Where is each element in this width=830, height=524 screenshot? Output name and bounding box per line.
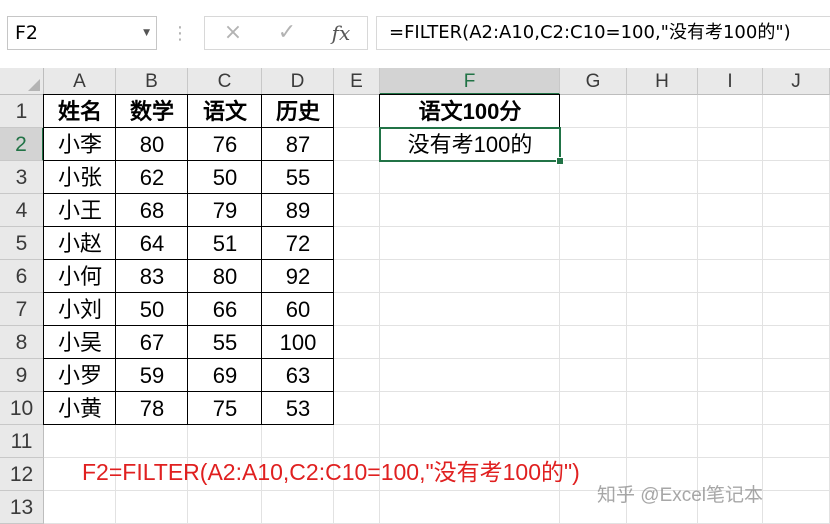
row-header-12[interactable]: 12 bbox=[0, 458, 44, 491]
row-header-8[interactable]: 8 bbox=[0, 326, 44, 359]
row-header-2[interactable]: 2 bbox=[0, 128, 44, 161]
row-header-13[interactable]: 13 bbox=[0, 491, 44, 524]
table-cell[interactable]: 60 bbox=[262, 293, 334, 326]
table-cell[interactable]: 66 bbox=[188, 293, 262, 326]
name-box-value: F2 bbox=[15, 22, 39, 44]
row-header-4[interactable]: 4 bbox=[0, 194, 44, 227]
column-header-h[interactable]: H bbox=[627, 68, 698, 95]
table-border-horizontal bbox=[43, 160, 334, 161]
table-border-horizontal bbox=[43, 226, 334, 227]
column-header-a[interactable]: A bbox=[44, 68, 116, 95]
formula-bar-grip-icon[interactable]: ⋮ bbox=[171, 21, 189, 47]
row-header-7[interactable]: 7 bbox=[0, 293, 44, 326]
table-border-horizontal bbox=[43, 193, 334, 194]
table-cell[interactable]: 55 bbox=[262, 161, 334, 194]
table-cell[interactable]: 小王 bbox=[44, 194, 116, 227]
row-header-6[interactable]: 6 bbox=[0, 260, 44, 293]
row-header-3[interactable]: 3 bbox=[0, 161, 44, 194]
table-cell[interactable]: 64 bbox=[116, 227, 188, 260]
table-cell[interactable]: 72 bbox=[262, 227, 334, 260]
table-cell[interactable]: 83 bbox=[116, 260, 188, 293]
table-cell[interactable]: 小黄 bbox=[44, 392, 116, 425]
selected-cell-outline bbox=[379, 127, 561, 162]
column-header-d[interactable]: D bbox=[262, 68, 334, 95]
column-header-f[interactable]: F bbox=[380, 68, 560, 95]
formula-bar: F2 ▼ ⋮ × ✓ fx =FILTER(A2:A10,C2:C10=100,… bbox=[0, 0, 830, 69]
cancel-icon[interactable]: × bbox=[213, 17, 253, 49]
row-header-9[interactable]: 9 bbox=[0, 359, 44, 392]
table-cell[interactable]: 67 bbox=[116, 326, 188, 359]
row-header-11[interactable]: 11 bbox=[0, 425, 44, 458]
table-cell[interactable]: 80 bbox=[188, 260, 262, 293]
table-cell[interactable]: 小张 bbox=[44, 161, 116, 194]
watermark: 知乎 @Excel笔记本 bbox=[597, 485, 764, 506]
table-cell[interactable]: 50 bbox=[116, 293, 188, 326]
insert-function-icon[interactable]: fx bbox=[321, 17, 361, 49]
table-cell[interactable]: 62 bbox=[116, 161, 188, 194]
table-header-cell[interactable]: 语文 bbox=[188, 95, 262, 128]
enter-icon[interactable]: ✓ bbox=[267, 17, 307, 49]
table-cell[interactable]: 59 bbox=[116, 359, 188, 392]
table-header-cell[interactable]: 数学 bbox=[116, 95, 188, 128]
row-header-1[interactable]: 1 bbox=[0, 95, 44, 128]
formula-icons: × ✓ fx bbox=[204, 16, 368, 50]
formula-input[interactable]: =FILTER(A2:A10,C2:C10=100,"没有考100的") bbox=[376, 16, 830, 50]
table-cell[interactable]: 51 bbox=[188, 227, 262, 260]
table-border-horizontal bbox=[43, 325, 334, 326]
table-cell[interactable]: 79 bbox=[188, 194, 262, 227]
table-cell[interactable]: 小赵 bbox=[44, 227, 116, 260]
table-border-horizontal bbox=[43, 292, 334, 293]
table-cell[interactable]: 89 bbox=[262, 194, 334, 227]
table-cell[interactable]: 小李 bbox=[44, 128, 116, 161]
column-header-g[interactable]: G bbox=[560, 68, 627, 95]
column-header-e[interactable]: E bbox=[334, 68, 380, 95]
formula-note: F2=FILTER(A2:A10,C2:C10=100,"没有考100的") bbox=[82, 459, 580, 485]
table-cell[interactable]: 92 bbox=[262, 260, 334, 293]
table-cell[interactable]: 87 bbox=[262, 128, 334, 161]
result-header-cell[interactable]: 语文100分 bbox=[380, 95, 560, 128]
table-cell[interactable]: 78 bbox=[116, 392, 188, 425]
table-header-cell[interactable]: 姓名 bbox=[44, 95, 116, 128]
column-header-i[interactable]: I bbox=[698, 68, 763, 95]
table-cell[interactable]: 小吴 bbox=[44, 326, 116, 359]
table-cell[interactable]: 53 bbox=[262, 392, 334, 425]
table-cell[interactable]: 63 bbox=[262, 359, 334, 392]
table-cell[interactable]: 76 bbox=[188, 128, 262, 161]
table-cell[interactable]: 100 bbox=[262, 326, 334, 359]
column-header-j[interactable]: J bbox=[763, 68, 830, 95]
row-header-5[interactable]: 5 bbox=[0, 227, 44, 260]
table-cell[interactable]: 75 bbox=[188, 392, 262, 425]
table-cell[interactable]: 50 bbox=[188, 161, 262, 194]
table-header-cell[interactable]: 历史 bbox=[262, 95, 334, 128]
table-border-horizontal bbox=[43, 358, 334, 359]
table-cell[interactable]: 69 bbox=[188, 359, 262, 392]
table-cell[interactable]: 80 bbox=[116, 128, 188, 161]
name-box[interactable]: F2 ▼ bbox=[7, 16, 157, 50]
column-header-b[interactable]: B bbox=[116, 68, 188, 95]
table-border-horizontal bbox=[43, 127, 334, 128]
spreadsheet-grid[interactable]: ABCDEFGHIJ 1 2 3 4 5 6 7 8 9 10 11 12 13 姓名 数学 语文 历史 小李 8… bbox=[0, 68, 830, 524]
table-border-horizontal bbox=[43, 391, 334, 392]
row-header-10[interactable]: 10 bbox=[0, 392, 44, 425]
table-cell[interactable]: 55 bbox=[188, 326, 262, 359]
table-border-horizontal bbox=[43, 94, 334, 95]
table-border-horizontal bbox=[43, 259, 334, 260]
column-header-c[interactable]: C bbox=[188, 68, 262, 95]
fill-handle[interactable] bbox=[556, 157, 564, 165]
table-cell[interactable]: 小何 bbox=[44, 260, 116, 293]
table-border-horizontal bbox=[43, 424, 334, 425]
table-cell[interactable]: 小罗 bbox=[44, 359, 116, 392]
select-all-corner[interactable] bbox=[0, 68, 44, 95]
table-border-horizontal bbox=[379, 94, 560, 95]
chevron-down-icon[interactable]: ▼ bbox=[143, 17, 150, 49]
table-cell[interactable]: 小刘 bbox=[44, 293, 116, 326]
table-cell[interactable]: 68 bbox=[116, 194, 188, 227]
